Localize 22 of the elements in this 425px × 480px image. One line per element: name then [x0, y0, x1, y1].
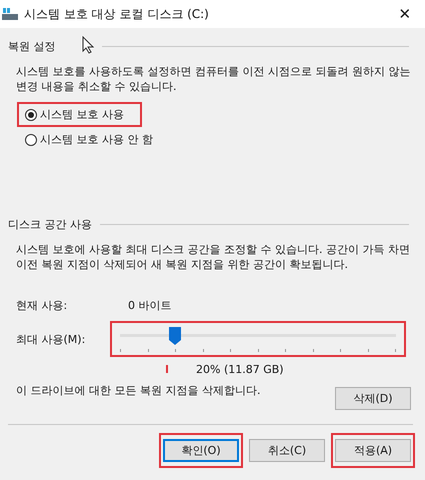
mouse-pointer-icon	[82, 36, 94, 54]
dialog-button[interactable]: 적용(A)	[335, 439, 411, 462]
radio-option[interactable]: 시스템 보호 사용	[17, 102, 142, 127]
drive-icon	[2, 8, 18, 20]
section-heading: 디스크 공간 사용	[8, 216, 92, 232]
description-text: 시스템 보호를 사용하도록 설정하면 컴퓨터를 이전 시점으로 되돌려 원하지 않는 변경 내용을 취소할 수 있습니다.	[16, 64, 412, 94]
delete-description: 이 드라이브에 대한 모든 복원 지점을 삭제합니다.	[16, 383, 260, 398]
delete-button[interactable]: 삭제(D)	[335, 387, 411, 410]
slider-track[interactable]	[120, 326, 396, 352]
close-button[interactable]: ✕	[385, 0, 425, 28]
max-usage-reading: 20% (11.87 GB)	[196, 362, 284, 376]
dialog-button[interactable]: 확인(O)	[163, 439, 239, 462]
window-title: 시스템 보호 대상 로컬 디스크 (C:)	[24, 6, 210, 22]
description-text: 시스템 보호에 사용할 최대 디스크 공간을 조정할 수 있습니다. 공간이 가득 차면 이전 복원 지점이 삭제되어 새 복원 지점을 위한 공간이 확보됩니다.	[16, 242, 411, 272]
max-usage-label: 최대 사용(M):	[16, 332, 86, 346]
section-heading: 복원 설정	[8, 38, 56, 54]
current-usage-label: 현재 사용:	[16, 298, 68, 313]
slider-thumb[interactable]	[169, 327, 182, 345]
dialog-button[interactable]: 취소(C)	[249, 439, 325, 462]
current-usage-value: 0 바이트	[128, 298, 172, 313]
radio-option[interactable]: 시스템 보호 사용 안 함	[17, 127, 171, 152]
annotation-tick	[166, 365, 168, 373]
